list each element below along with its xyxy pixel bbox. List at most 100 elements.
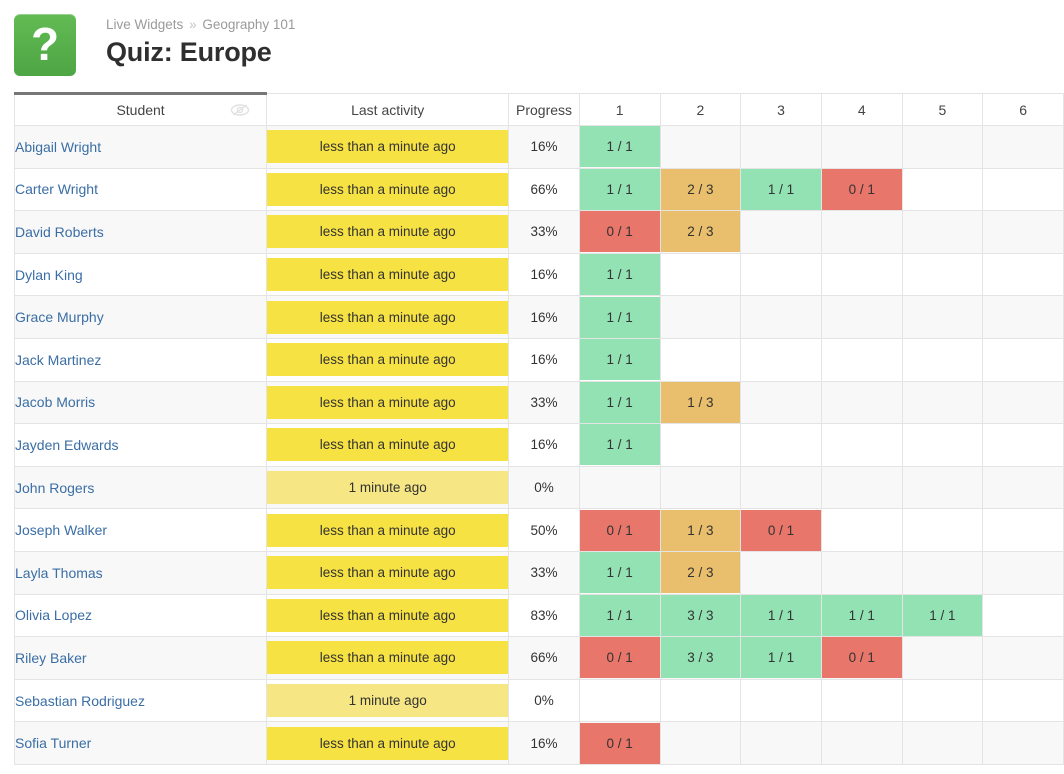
question-score-cell[interactable]: [982, 593, 1064, 638]
question-score-cell[interactable]: [740, 252, 822, 297]
question-score-cell[interactable]: [820, 295, 903, 339]
column-header-last-activity[interactable]: Last activity: [266, 93, 510, 126]
column-header-question-5[interactable]: 5: [901, 93, 984, 126]
question-score-cell[interactable]: 1 / 3: [659, 508, 742, 552]
question-score-cell[interactable]: [659, 125, 742, 169]
question-score-cell[interactable]: [901, 125, 984, 169]
question-score-cell[interactable]: [659, 295, 742, 339]
question-score-cell[interactable]: 0 / 1: [578, 636, 661, 680]
student-link[interactable]: Jayden Edwards: [15, 437, 119, 453]
question-score-cell[interactable]: [901, 465, 984, 510]
question-score-cell[interactable]: [659, 721, 742, 765]
question-score-cell[interactable]: [901, 508, 984, 552]
question-score-cell[interactable]: [820, 678, 903, 723]
question-score-cell[interactable]: [901, 423, 984, 467]
question-score-cell[interactable]: [820, 337, 903, 382]
question-score-cell[interactable]: [659, 678, 742, 723]
question-score-cell[interactable]: [982, 721, 1064, 765]
breadcrumb-item-course[interactable]: Geography 101: [202, 17, 295, 32]
question-score-cell[interactable]: [740, 125, 822, 169]
question-score-cell[interactable]: [982, 252, 1064, 297]
question-score-cell[interactable]: [820, 465, 903, 510]
question-score-cell[interactable]: 1 / 1: [578, 125, 661, 169]
question-score-cell[interactable]: [982, 423, 1064, 467]
student-link[interactable]: Joseph Walker: [15, 522, 107, 538]
question-score-cell[interactable]: [578, 465, 661, 510]
student-link[interactable]: Abigail Wright: [15, 139, 101, 155]
question-score-cell[interactable]: 1 / 1: [901, 593, 984, 638]
question-score-cell[interactable]: 0 / 1: [740, 508, 822, 552]
question-score-cell[interactable]: 1 / 1: [740, 167, 822, 212]
question-score-cell[interactable]: [901, 636, 984, 680]
question-score-cell[interactable]: [578, 678, 661, 723]
column-header-question-3[interactable]: 3: [740, 93, 822, 126]
question-score-cell[interactable]: [820, 508, 903, 552]
question-score-cell[interactable]: [982, 167, 1064, 212]
question-score-cell[interactable]: [740, 550, 822, 595]
question-score-cell[interactable]: 1 / 1: [578, 295, 661, 339]
column-header-question-4[interactable]: 4: [820, 93, 903, 126]
question-score-cell[interactable]: [901, 380, 984, 425]
question-score-cell[interactable]: [982, 636, 1064, 680]
question-score-cell[interactable]: [740, 295, 822, 339]
question-score-cell[interactable]: [740, 721, 822, 765]
question-score-cell[interactable]: 1 / 1: [820, 593, 903, 638]
question-score-cell[interactable]: [982, 550, 1064, 595]
question-score-cell[interactable]: 3 / 3: [659, 636, 742, 680]
question-score-cell[interactable]: 2 / 3: [659, 167, 742, 212]
question-score-cell[interactable]: [820, 550, 903, 595]
question-score-cell[interactable]: [982, 380, 1064, 425]
student-link[interactable]: Carter Wright: [15, 181, 98, 197]
question-score-cell[interactable]: 1 / 3: [659, 380, 742, 425]
eye-slash-icon[interactable]: [230, 103, 250, 117]
question-score-cell[interactable]: 0 / 1: [820, 167, 903, 212]
question-score-cell[interactable]: [820, 380, 903, 425]
question-score-cell[interactable]: [982, 295, 1064, 339]
column-header-question-2[interactable]: 2: [659, 93, 742, 126]
question-score-cell[interactable]: 3 / 3: [659, 593, 742, 638]
question-score-cell[interactable]: [820, 252, 903, 297]
question-score-cell[interactable]: 0 / 1: [578, 210, 661, 254]
student-link[interactable]: Dylan King: [15, 267, 83, 283]
student-link[interactable]: Sebastian Rodriguez: [15, 693, 145, 709]
student-link[interactable]: Layla Thomas: [15, 565, 103, 581]
column-header-progress[interactable]: Progress: [508, 93, 580, 126]
question-score-cell[interactable]: 1 / 1: [578, 380, 661, 425]
breadcrumb-item-live-widgets[interactable]: Live Widgets: [106, 17, 183, 32]
question-score-cell[interactable]: 1 / 1: [740, 593, 822, 638]
question-score-cell[interactable]: [740, 337, 822, 382]
question-score-cell[interactable]: [982, 465, 1064, 510]
question-score-cell[interactable]: [901, 167, 984, 212]
question-score-cell[interactable]: 2 / 3: [659, 550, 742, 595]
question-score-cell[interactable]: [740, 380, 822, 425]
question-score-cell[interactable]: [982, 508, 1064, 552]
question-score-cell[interactable]: [820, 721, 903, 765]
question-score-cell[interactable]: 1 / 1: [578, 550, 661, 595]
question-score-cell[interactable]: [982, 678, 1064, 723]
student-link[interactable]: John Rogers: [15, 480, 94, 496]
question-score-cell[interactable]: [740, 210, 822, 254]
question-score-cell[interactable]: 1 / 1: [578, 252, 661, 297]
student-link[interactable]: David Roberts: [15, 224, 104, 240]
question-score-cell[interactable]: [901, 678, 984, 723]
column-header-question-1[interactable]: 1: [578, 93, 661, 126]
student-link[interactable]: Grace Murphy: [15, 309, 104, 325]
question-score-cell[interactable]: [901, 550, 984, 595]
question-score-cell[interactable]: [901, 337, 984, 382]
question-score-cell[interactable]: 0 / 1: [820, 636, 903, 680]
question-score-cell[interactable]: 1 / 1: [740, 636, 822, 680]
question-score-cell[interactable]: [982, 125, 1064, 169]
question-score-cell[interactable]: [659, 337, 742, 382]
question-score-cell[interactable]: [982, 210, 1064, 254]
question-score-cell[interactable]: [901, 295, 984, 339]
question-score-cell[interactable]: 1 / 1: [578, 423, 661, 467]
student-link[interactable]: Sofia Turner: [15, 735, 91, 751]
student-link[interactable]: Jacob Morris: [15, 394, 95, 410]
question-score-cell[interactable]: 0 / 1: [578, 721, 661, 765]
student-link[interactable]: Olivia Lopez: [15, 607, 92, 623]
question-score-cell[interactable]: [659, 252, 742, 297]
column-header-question-6[interactable]: 6: [982, 93, 1064, 126]
student-link[interactable]: Jack Martinez: [15, 352, 101, 368]
question-score-cell[interactable]: [740, 678, 822, 723]
question-score-cell[interactable]: 1 / 1: [578, 337, 661, 382]
